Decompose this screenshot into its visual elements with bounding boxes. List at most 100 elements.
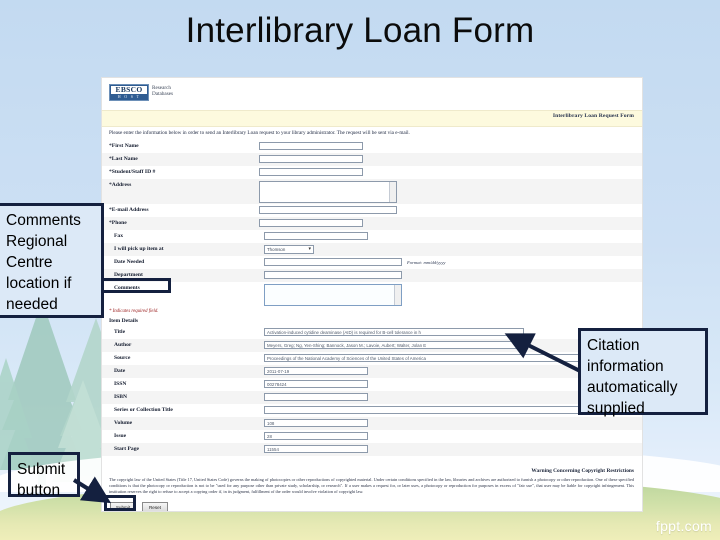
field-date-needed-label: Date Needed	[114, 259, 145, 265]
form-field-wrapper	[264, 284, 636, 306]
form-row: Author Meyers, Greg; Ng, Yen-Shing; Banno…	[102, 339, 642, 352]
item-author-input[interactable]: Meyers, Greg; Ng, Yen-Shing; Bannock, Ja…	[264, 341, 524, 349]
form-row: Title Activation-induced cytidine deamina…	[102, 326, 642, 339]
item-volume-label: Volume	[114, 420, 133, 426]
item-series-or-collection-title-label: Series or Collection Title	[114, 407, 173, 413]
annotation-citation: Citation information automatically suppl…	[578, 328, 708, 417]
field-department-input[interactable]	[264, 271, 402, 279]
item-issue-label: Issue	[114, 433, 127, 439]
form-field-wrapper: Format: mm/dd/yyyy	[264, 258, 636, 266]
page-title: Interlibrary Loan Form	[185, 11, 535, 50]
form-intro-text: Please enter the information below in or…	[109, 130, 410, 136]
item-source-label: Source	[114, 355, 131, 361]
field-i-will-pick-up-item-at-select[interactable]: Thomson	[264, 245, 314, 254]
item-details-heading: Item Details	[109, 318, 139, 324]
item-volume-input[interactable]: 108	[264, 419, 368, 427]
form-row: Department	[102, 269, 642, 282]
form-field-wrapper	[259, 206, 636, 214]
item-title-label: Title	[114, 329, 126, 335]
form-banner-title: Interlibrary Loan Request Form	[552, 113, 634, 119]
item-date-input[interactable]: 2011-07-19	[264, 367, 368, 375]
reset-button[interactable]: Reset	[142, 501, 168, 511]
form-row: I will pick up item at Thomson	[102, 243, 642, 256]
item-isbn-input[interactable]	[264, 393, 368, 401]
ebsco-tagline-line2: Databases	[152, 91, 174, 98]
item-issn-input[interactable]: 00278424	[264, 380, 368, 388]
required-field-note: * Indicates required field.	[109, 309, 159, 314]
form-row: Volume 108	[102, 417, 642, 430]
form-row: Comments	[102, 282, 642, 307]
item-issue-input[interactable]: 28	[264, 432, 368, 440]
form-field-rows: First Name Last Name Student/Staff ID # Add…	[102, 140, 642, 511]
form-field-wrapper: Thomson	[264, 245, 636, 254]
annotation-comments: Comments Regional Centre location if nee…	[0, 203, 104, 318]
form-row: Date Needed Format: mm/dd/yyyy	[102, 256, 642, 269]
form-row: Fax	[102, 230, 642, 243]
ebsco-tagline: Research Databases	[152, 84, 173, 97]
form-field-wrapper	[259, 155, 636, 163]
field-student-staff-id-label: Student/Staff ID #	[109, 168, 259, 177]
field-comments-textarea[interactable]	[264, 284, 402, 306]
slide-canvas: Interlibrary Loan Form EBSCO H O S T Res…	[0, 0, 720, 540]
copyright-text: The copyright law of the United States (…	[109, 477, 634, 495]
form-field-wrapper	[259, 181, 636, 203]
form-buttons: Submit Reset	[102, 496, 642, 511]
submit-button[interactable]: Submit	[110, 501, 136, 511]
form-row: Series or Collection Title	[102, 404, 642, 417]
form-field-wrapper: 108	[264, 419, 636, 427]
item-issn-label: ISSN	[114, 381, 127, 387]
form-field-wrapper: 28	[264, 432, 636, 440]
form-banner: Interlibrary Loan Request Form	[102, 110, 642, 127]
interlibrary-loan-form-screenshot: EBSCO H O S T Research Databases Interli…	[101, 77, 643, 512]
item-start-page-input[interactable]: 11554	[264, 445, 368, 453]
item-title-input[interactable]: Activation-induced cytidine deaminase (A…	[264, 328, 524, 336]
form-row: E-mail Address	[102, 204, 642, 217]
form-row: Last Name	[102, 153, 642, 166]
item-date-label: Date	[114, 368, 126, 374]
item-series-or-collection-title-input[interactable]	[264, 406, 594, 414]
form-row: ISBN	[102, 391, 642, 404]
form-row: Start Page 11554	[102, 443, 642, 456]
form-row: Address	[102, 179, 642, 204]
field-address-label: Address	[109, 181, 259, 190]
annotation-submit: Submit button	[8, 452, 80, 499]
field-last-name-label: Last Name	[109, 155, 259, 164]
field-e-mail-address-label: E-mail Address	[109, 206, 259, 215]
field-first-name-label: First Name	[109, 142, 259, 151]
field-i-will-pick-up-item-at-label: I will pick up item at	[114, 246, 164, 252]
ebsco-logo: EBSCO H O S T Research Databases	[109, 84, 173, 101]
field-department-label: Department	[114, 272, 143, 278]
ebsco-brand-text: EBSCO	[111, 86, 147, 94]
field-comments-label: Comments	[114, 285, 140, 291]
field-fax-label: Fax	[114, 233, 124, 239]
fppt-watermark: fppt.com	[655, 518, 712, 534]
form-row: First Name	[102, 140, 642, 153]
field-last-name-input[interactable]	[259, 155, 363, 163]
field-address-textarea[interactable]	[259, 181, 397, 203]
item-start-page-label: Start Page	[114, 446, 140, 452]
field-fax-input[interactable]	[264, 232, 368, 240]
form-row: Source Proceedings of the National Academ…	[102, 352, 642, 365]
ebsco-host-text: H O S T	[117, 94, 141, 99]
ebsco-logo-mark: EBSCO H O S T	[109, 84, 149, 101]
item-source-input[interactable]: Proceedings of the National Academy of S…	[264, 354, 594, 362]
item-author-label: Author	[114, 342, 132, 348]
field-date-needed-input[interactable]	[264, 258, 402, 266]
form-field-wrapper	[259, 142, 636, 150]
form-row: Phone	[102, 217, 642, 230]
form-field-wrapper	[264, 232, 636, 240]
field-first-name-input[interactable]	[259, 142, 363, 150]
item-isbn-label: ISBN	[114, 394, 128, 400]
form-row: ISSN 00278424	[102, 378, 642, 391]
field-phone-label: Phone	[109, 219, 259, 228]
field-student-staff-id-input[interactable]	[259, 168, 363, 176]
form-field-wrapper: 11554	[264, 445, 636, 453]
field-phone-input[interactable]	[259, 219, 363, 227]
field-e-mail-address-input[interactable]	[259, 206, 397, 214]
form-field-wrapper	[264, 271, 636, 279]
form-row: Student/Staff ID #	[102, 166, 642, 179]
form-row: Issue 28	[102, 430, 642, 443]
date-format-hint: Format: mm/dd/yyyy	[407, 259, 446, 265]
form-field-wrapper	[259, 168, 636, 176]
form-row: Date 2011-07-19	[102, 365, 642, 378]
